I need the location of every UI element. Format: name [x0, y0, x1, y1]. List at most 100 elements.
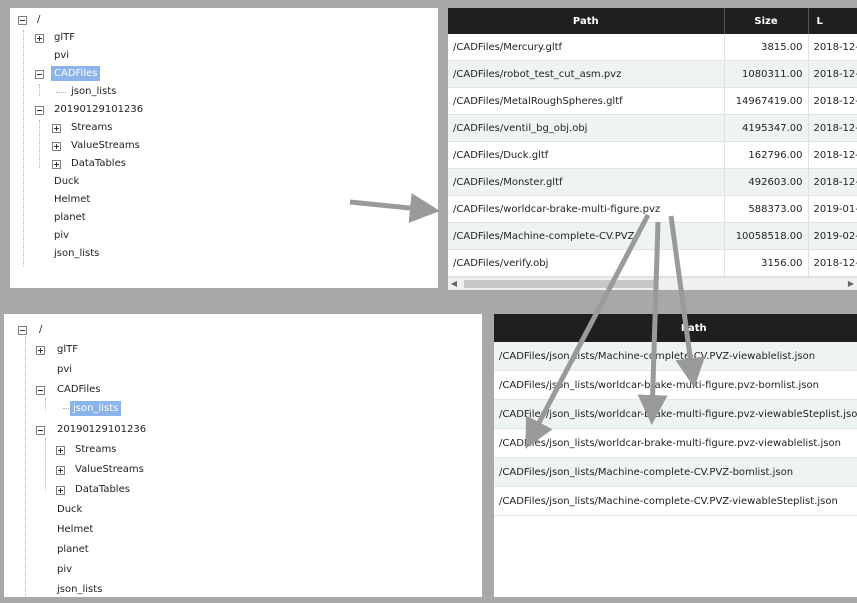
bottom-file-table-panel: Path /CADFiles/json_lists/Machine-comple…: [494, 314, 857, 597]
expand-icon[interactable]: [36, 346, 45, 355]
tree-node-label[interactable]: glTF: [54, 342, 81, 357]
table-row[interactable]: /CADFiles/Mercury.gltf 3815.00 2018-12-: [448, 34, 857, 61]
bottom-folder-tree-panel: / glTF pvi CADFiles json_lists 201901291…: [4, 314, 482, 597]
cell-date: 2018-12-: [808, 168, 857, 196]
tree-node-label[interactable]: planet: [54, 542, 92, 557]
table-row[interactable]: /CADFiles/json_lists/Machine-complete-CV…: [494, 486, 857, 516]
tree-node-label[interactable]: Duck: [54, 502, 85, 517]
cell-size: 588373.00: [724, 195, 809, 223]
collapse-icon[interactable]: [35, 106, 44, 115]
cell-size: 162796.00: [724, 141, 809, 169]
table-row[interactable]: /CADFiles/json_lists/worldcar-brake-mult…: [494, 370, 857, 400]
cell-path: /CADFiles/json_lists/Machine-complete-CV…: [494, 486, 857, 516]
cell-path: /CADFiles/ventil_bg_obj.obj: [448, 114, 725, 142]
tree-node-label-selected[interactable]: json_lists: [70, 401, 122, 416]
tree-node-label[interactable]: pvi: [51, 48, 72, 63]
scroll-left-icon[interactable]: ◀: [448, 278, 460, 290]
column-header-path[interactable]: Path: [494, 314, 857, 342]
expand-icon[interactable]: [56, 446, 65, 455]
tree-node-label[interactable]: /: [36, 322, 45, 337]
cell-date: 2018-12-: [808, 34, 857, 61]
expand-icon[interactable]: [52, 124, 61, 133]
column-header-size[interactable]: Size: [724, 8, 809, 34]
collapse-icon[interactable]: [18, 16, 27, 25]
cell-size: 3156.00: [724, 249, 809, 277]
table-row[interactable]: /CADFiles/json_lists/worldcar-brake-mult…: [494, 428, 857, 458]
folder-tree: / glTF pvi CADFiles json_lists 201901291…: [10, 8, 438, 288]
scroll-right-icon[interactable]: ▶: [845, 278, 857, 290]
table-row[interactable]: /CADFiles/ventil_bg_obj.obj 4195347.00 201…: [448, 114, 857, 142]
tree-node-label[interactable]: /: [34, 12, 43, 27]
cell-path: /CADFiles/verify.obj: [448, 249, 725, 277]
tree-node-label[interactable]: Duck: [51, 174, 82, 189]
table-row[interactable]: /CADFiles/json_lists/Machine-complete-CV…: [494, 342, 857, 371]
cell-size: 14967419.00: [724, 87, 809, 115]
tree-node-label[interactable]: json_lists: [68, 84, 119, 99]
cell-path: /CADFiles/robot_test_cut_asm.pvz: [448, 60, 725, 88]
tree-node-label[interactable]: json_lists: [54, 582, 105, 597]
tree-node-label[interactable]: ValueStreams: [68, 138, 143, 153]
cell-path: /CADFiles/worldcar-brake-multi-figure.pv…: [448, 195, 725, 223]
cell-size: 4195347.00: [724, 114, 809, 142]
top-file-table-panel: Path Size L /CADFiles/Mercury.gltf 3815.0…: [448, 8, 857, 290]
file-table: Path Size L /CADFiles/Mercury.gltf 3815.0…: [448, 8, 857, 277]
cell-path: /CADFiles/Monster.gltf: [448, 168, 725, 196]
tree-node-label[interactable]: 20190129101236: [54, 422, 149, 437]
cell-date: 2018-12-: [808, 60, 857, 88]
table-row[interactable]: /CADFiles/Monster.gltf 492603.00 2018-12-: [448, 168, 857, 196]
column-header-path[interactable]: Path: [448, 8, 725, 34]
cell-size: 10058518.00: [724, 222, 809, 250]
tree-node-label[interactable]: planet: [51, 210, 89, 225]
tree-node-label[interactable]: glTF: [51, 30, 78, 45]
collapse-icon[interactable]: [35, 70, 44, 79]
cell-size: 1080311.00: [724, 60, 809, 88]
cell-path: /CADFiles/json_lists/Machine-complete-CV…: [494, 342, 857, 371]
tree-node-label-selected[interactable]: CADFiles: [51, 66, 101, 81]
expand-icon[interactable]: [52, 142, 61, 151]
cell-date: 2018-12-: [808, 114, 857, 142]
tree-node-label[interactable]: Helmet: [54, 522, 96, 537]
tree-node-label[interactable]: pvi: [54, 362, 75, 377]
cell-path: /CADFiles/json_lists/worldcar-brake-mult…: [494, 370, 857, 400]
table-row[interactable]: /CADFiles/json_lists/worldcar-brake-mult…: [494, 399, 857, 429]
tree-node-label[interactable]: piv: [51, 228, 72, 243]
top-folder-tree-panel: / glTF pvi CADFiles json_lists 201901291…: [10, 8, 438, 288]
horizontal-scrollbar[interactable]: ◀ ▶: [448, 277, 857, 290]
expand-icon[interactable]: [52, 160, 61, 169]
tree-node-label[interactable]: DataTables: [72, 482, 133, 497]
expand-icon[interactable]: [56, 486, 65, 495]
tree-node-label[interactable]: Streams: [72, 442, 119, 457]
table-row[interactable]: /CADFiles/verify.obj 3156.00 2018-12-: [448, 249, 857, 277]
column-header-date[interactable]: L: [808, 8, 857, 34]
tree-node-label[interactable]: json_lists: [51, 246, 102, 261]
scrollbar-thumb[interactable]: [464, 280, 654, 288]
table-row[interactable]: /CADFiles/json_lists/Machine-complete-CV…: [494, 457, 857, 487]
cell-date: 2019-01-: [808, 195, 857, 223]
tree-node-label[interactable]: piv: [54, 562, 75, 577]
cell-path: /CADFiles/MetalRoughSpheres.gltf: [448, 87, 725, 115]
table-row[interactable]: /CADFiles/robot_test_cut_asm.pvz 1080311.…: [448, 60, 857, 88]
collapse-icon[interactable]: [18, 326, 27, 335]
tree-node-label[interactable]: CADFiles: [54, 382, 103, 397]
table-row[interactable]: /CADFiles/Machine-complete-CV.PVZ 1005851…: [448, 222, 857, 250]
collapse-icon[interactable]: [36, 386, 45, 395]
cell-path: /CADFiles/json_lists/worldcar-brake-mult…: [494, 399, 857, 429]
table-row[interactable]: /CADFiles/MetalRoughSpheres.gltf 14967419…: [448, 87, 857, 115]
cell-path: /CADFiles/json_lists/Machine-complete-CV…: [494, 457, 857, 487]
table-row[interactable]: /CADFiles/worldcar-brake-multi-figure.pv…: [448, 195, 857, 223]
cell-size: 3815.00: [724, 34, 809, 61]
expand-icon[interactable]: [35, 34, 44, 43]
cell-date: 2018-12-: [808, 249, 857, 277]
collapse-icon[interactable]: [36, 426, 45, 435]
expand-icon[interactable]: [56, 466, 65, 475]
table-row[interactable]: /CADFiles/Duck.gltf 162796.00 2018-12-: [448, 141, 857, 169]
tree-node-label[interactable]: DataTables: [68, 156, 129, 171]
folder-tree: / glTF pvi CADFiles json_lists 201901291…: [4, 314, 482, 597]
tree-node-label[interactable]: ValueStreams: [72, 462, 147, 477]
tree-node-label[interactable]: Helmet: [51, 192, 93, 207]
cell-path: /CADFiles/Machine-complete-CV.PVZ: [448, 222, 725, 250]
cell-size: 492603.00: [724, 168, 809, 196]
tree-node-label[interactable]: Streams: [68, 120, 115, 135]
cell-date: 2019-02-: [808, 222, 857, 250]
tree-node-label[interactable]: 20190129101236: [51, 102, 146, 117]
